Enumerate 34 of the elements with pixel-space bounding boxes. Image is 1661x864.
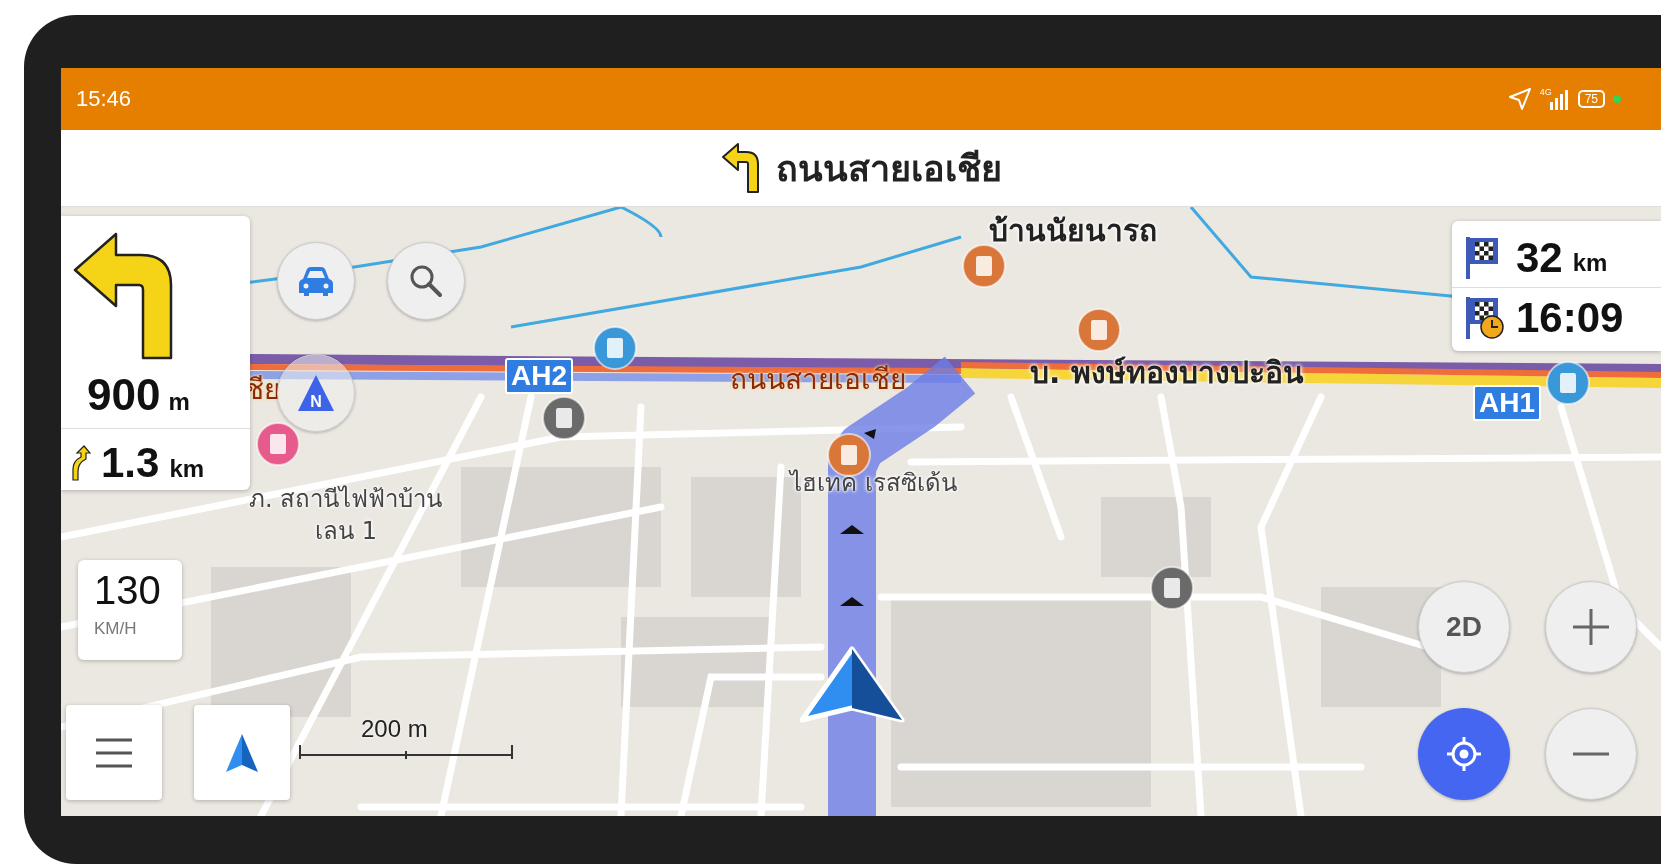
road-label: ชีย (245, 372, 280, 408)
plus-icon (1571, 607, 1611, 647)
arrival-time: 16:09 (1516, 294, 1624, 342)
location-arrow-icon (1507, 87, 1532, 111)
menu-icon (94, 736, 134, 769)
speed-value: 130 (94, 568, 162, 613)
minus-icon (1571, 751, 1611, 757)
navigation-arrow-icon (224, 732, 260, 773)
road-label: ถนนสายเอเชีย (730, 362, 906, 398)
highway-shield: AH2 (505, 358, 573, 394)
highway-shield: AH1 (1473, 385, 1541, 421)
compass-button[interactable]: N (277, 354, 355, 432)
arrival-time-flag-icon (1464, 295, 1506, 341)
poi-label: เลน 1 (315, 516, 377, 547)
next-street-name: ถนนสายเอเชีย (776, 146, 1002, 191)
battery-level: 75 (1577, 90, 1605, 108)
distance-unit: m (168, 388, 190, 416)
compass-north-icon: N (296, 373, 336, 413)
distance-unit: km (1572, 249, 1608, 277)
status-dot (1613, 95, 1621, 103)
search-icon (409, 264, 443, 298)
speed-unit: KM/H (94, 619, 138, 639)
turn-distance: 900 (87, 370, 161, 420)
crosshair-icon (1446, 736, 1482, 772)
then-distance: 1.3 (101, 439, 160, 487)
scale-label: 200 m (361, 715, 428, 743)
navigation-button[interactable] (194, 705, 290, 800)
remaining-distance: 32 (1516, 234, 1563, 282)
menu-button[interactable] (66, 705, 162, 800)
car-icon (297, 265, 335, 297)
place-label: บ้านนัยนารถ (989, 212, 1157, 250)
poi-label: ภ. สถานีไฟฟ้าบ้าน (249, 484, 443, 515)
distance-unit: km (169, 455, 205, 483)
clock-time: 15:46 (76, 86, 132, 112)
